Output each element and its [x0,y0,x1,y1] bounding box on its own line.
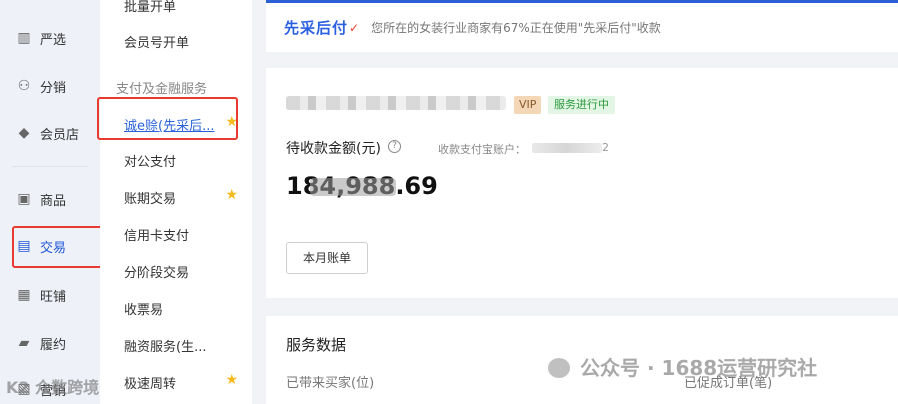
sub-item-financing[interactable]: 融资服务(生... [124,336,206,355]
nav-item-lvyue[interactable]: ▰ 履约 [0,326,100,360]
store-icon: ▦ [17,287,31,303]
sub-item-invoice[interactable]: 收票易 [124,299,163,318]
monthly-bill-button[interactable]: 本月账单 [286,242,368,274]
nav-item-wangpu[interactable]: ▦ 旺铺 [0,278,100,312]
amount-redaction [310,178,396,196]
star-icon[interactable]: ★ [225,372,238,388]
left-nav: ▥ 严选 ⚇ 分销 ◆ 会员店 ▣ 商品 ▤ 交易 ▦ 旺铺 ▰ 履约 ▧ 营销 [0,0,100,404]
receivable-card: VIP 服务进行中 待收款金额(元) ? 收款支付宝账户： 2 184,988.… [266,68,898,298]
sub-item-staged-trade[interactable]: 分阶段交易 [124,262,189,281]
sub-item-credit-card[interactable]: 信用卡支付 [124,225,189,244]
highlight-box-chengeshe [97,97,238,140]
chart-bar-icon: ▥ [17,30,31,46]
nav-label: 会员店 [40,127,80,143]
highlight-box-jiaoyi [12,226,110,268]
nav-label: 商品 [40,193,67,209]
sub-item-member-order[interactable]: 会员号开单 [124,32,189,51]
vip-badge: VIP [514,96,542,114]
amount-label: 待收款金额(元) [286,141,381,157]
diamond-icon: ◆ [18,125,30,141]
brand-logo: 先采后付 [284,19,349,37]
banner-note: 您所在的女装行业商家有67%正在使用"先采后付"收款 [371,21,661,35]
sub-item-batch-order[interactable]: 批量开单 [124,0,176,15]
shop-name-redacted [286,96,506,110]
nav-divider [12,166,88,167]
help-icon[interactable]: ? [388,140,401,153]
top-banner: 先采后付 ✓ 您所在的女装行业商家有67%正在使用"先采后付"收款 [266,0,898,52]
sub-item-term-trade[interactable]: 账期交易 [124,188,176,207]
nav-label: 履约 [40,337,67,353]
alipay-account-label: 收款支付宝账户： [438,143,526,156]
star-icon[interactable]: ★ [225,187,238,203]
buyers-metric-label: 已带来买家(位) [286,376,375,391]
service-status-badge: 服务进行中 [548,96,615,114]
nav-item-fenxiao[interactable]: ⚇ 分销 [0,69,100,103]
nav-label: 严选 [40,32,67,48]
watermark-text: 公众号 · 1688运营研究社 [580,356,818,380]
account-tail: 2 [602,141,609,154]
sub-item-fast-turnover[interactable]: 极速周转 [124,373,176,392]
nav-label: 分销 [40,80,67,96]
account-redacted [532,143,602,153]
check-icon: ✓ [349,20,360,35]
nav-item-shangpin[interactable]: ▣ 商品 [0,182,100,216]
truck-icon: ▰ [18,335,30,351]
main-content: 先采后付 ✓ 您所在的女装行业商家有67%正在使用"先采后付"收款 VIP 服务… [252,0,898,404]
nav-item-huiyuandian[interactable]: ◆ 会员店 [0,116,100,150]
box-icon: ▣ [17,191,31,207]
wechat-icon [548,358,570,378]
sub-section-title: 支付及金融服务 [116,82,208,97]
sub-menu: 批量开单 会员号开单 支付及金融服务 诚e赊(先采后... ★ 对公支付 账期交… [100,0,252,404]
nav-label: 旺铺 [40,289,67,305]
watermark: 公众号 · 1688运营研究社 [548,352,817,381]
sub-item-corporate-pay[interactable]: 对公支付 [124,151,176,170]
service-data-title: 服务数据 [286,336,347,354]
network-icon: ⚇ [17,78,31,94]
corner-watermark: K2 众数跨境 [6,378,100,397]
nav-item-yanxuan[interactable]: ▥ 严选 [0,21,100,55]
